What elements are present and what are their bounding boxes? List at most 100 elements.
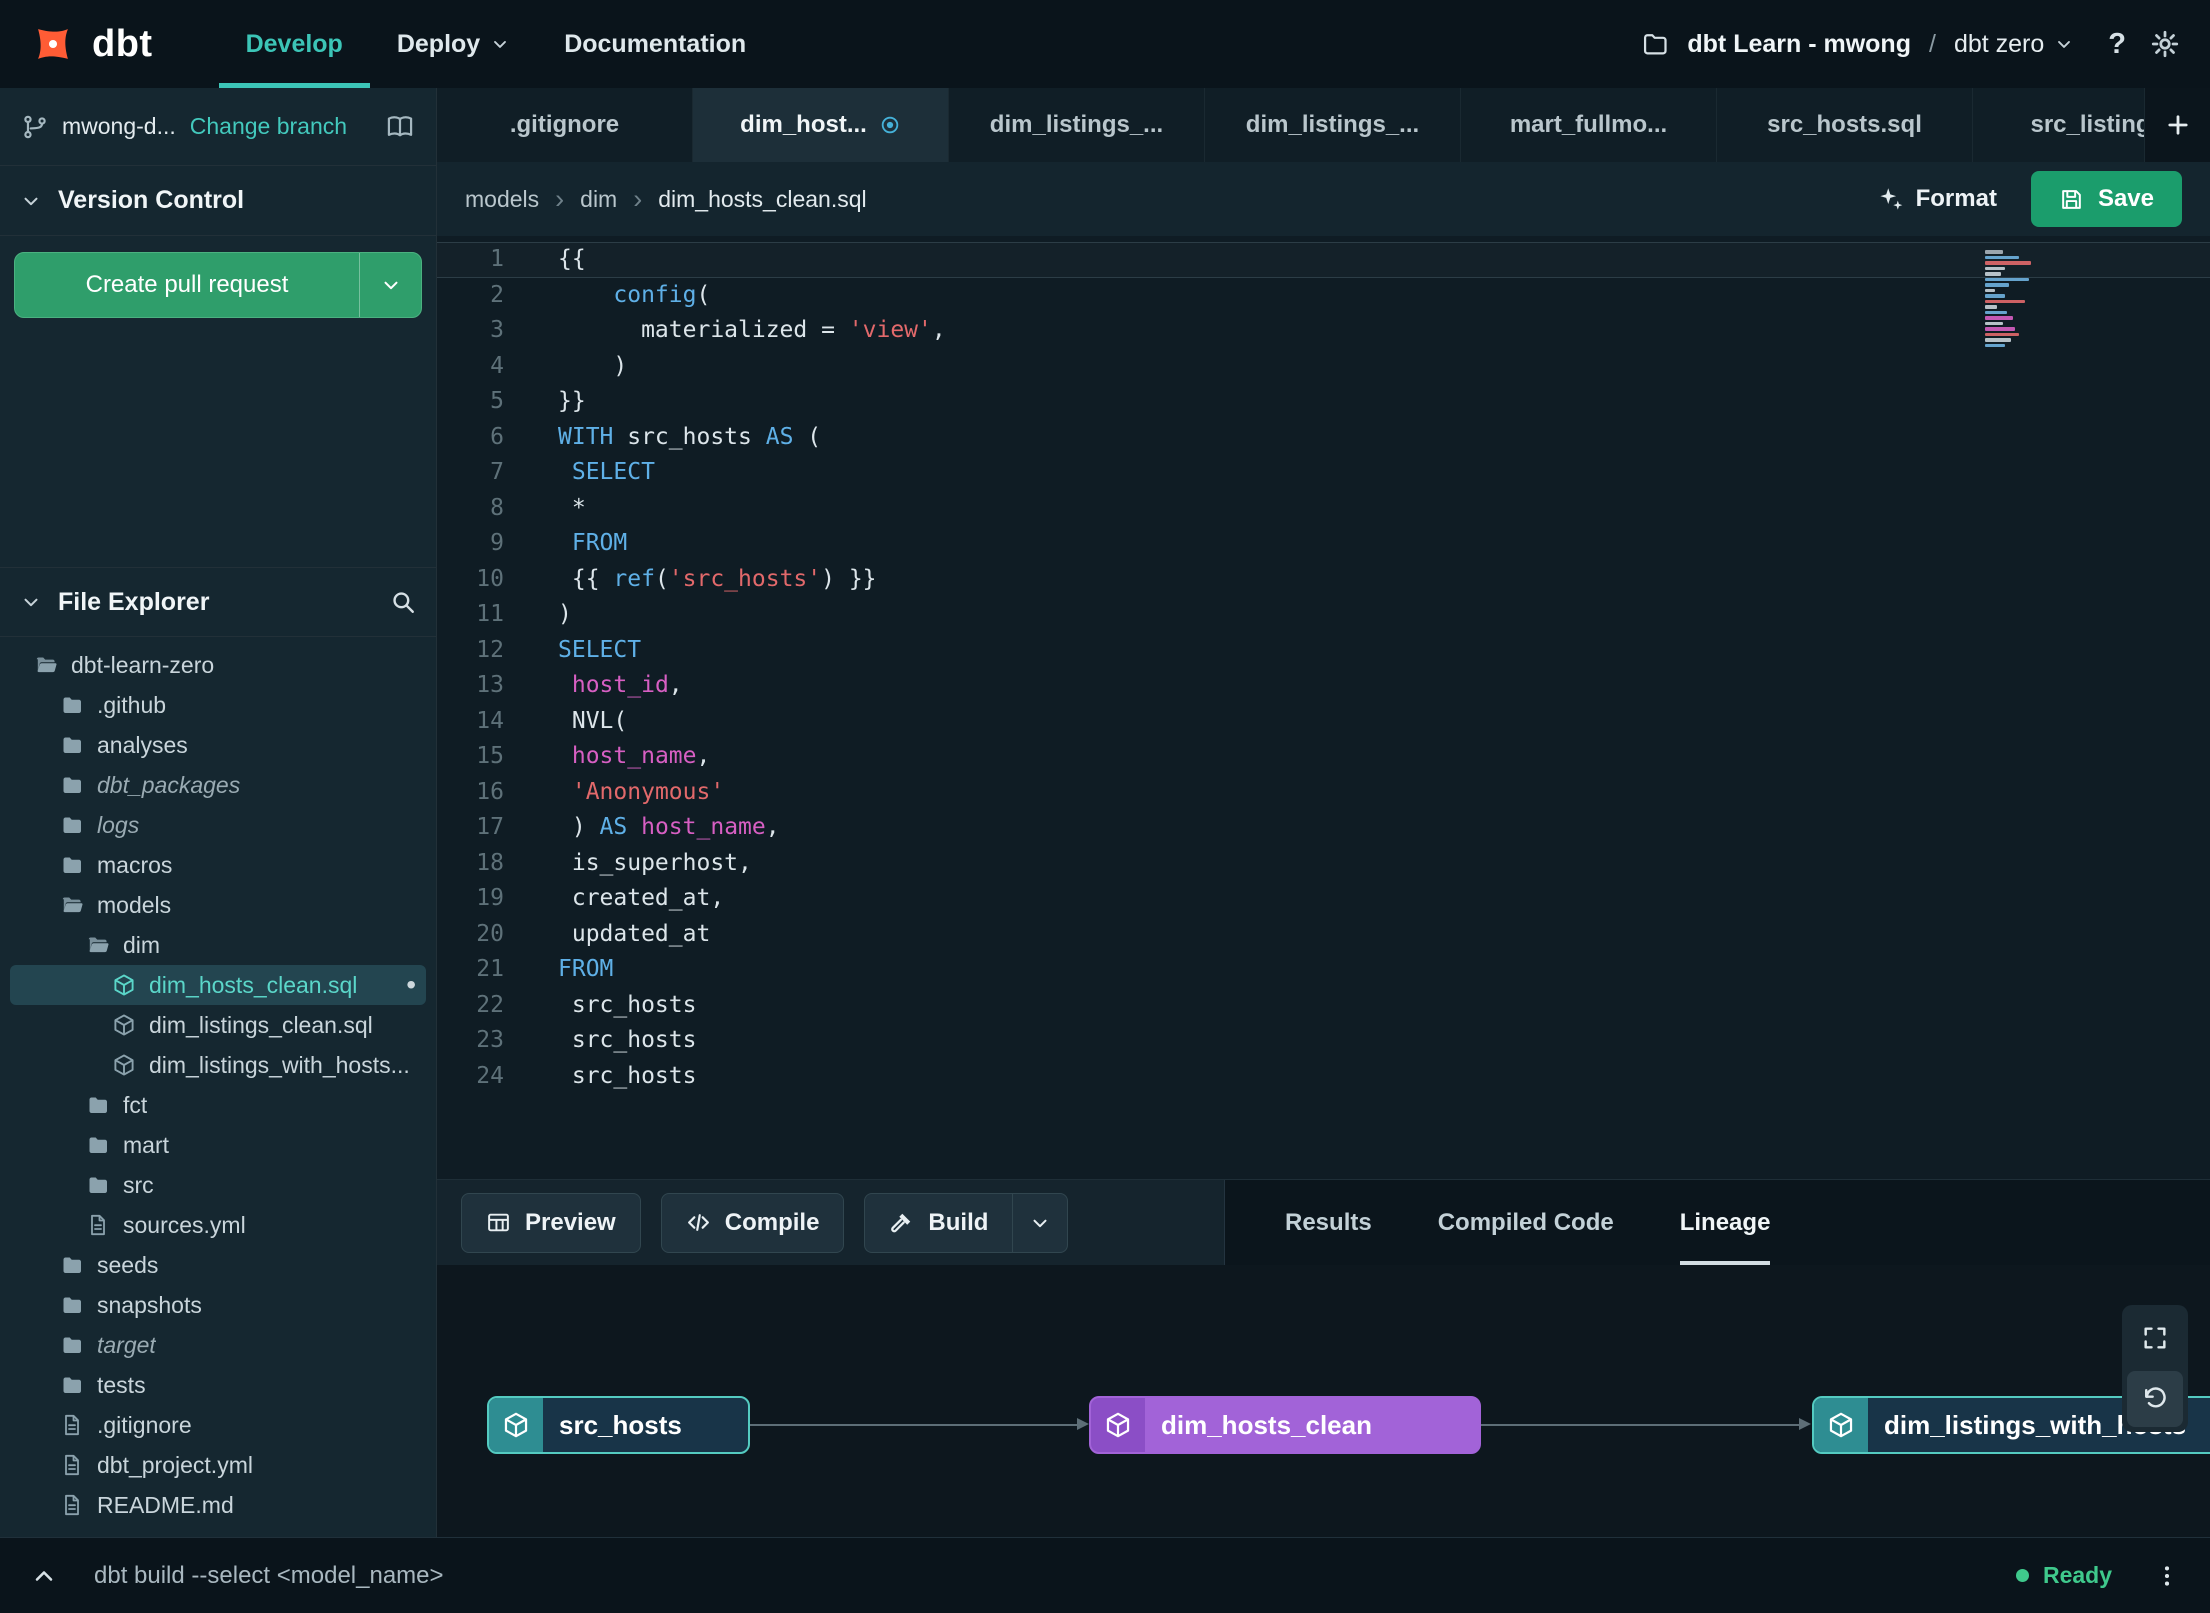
code-line[interactable]: 14 NVL( <box>437 704 2210 740</box>
build-dropdown-button[interactable] <box>1012 1192 1069 1253</box>
folder-icon <box>86 1093 110 1117</box>
nav-item-develop[interactable]: Develop <box>219 0 370 88</box>
tree-item-dim-listings-clean-sql[interactable]: dim_listings_clean.sql <box>10 1005 426 1045</box>
breadcrumb-item-dim[interactable]: dim <box>580 186 617 213</box>
tree-item-gitignore[interactable]: .gitignore <box>10 1405 426 1445</box>
settings-gear-icon[interactable] <box>2150 29 2180 59</box>
new-tab-button[interactable] <box>2144 88 2210 162</box>
top-nav: dbt Develop Deploy Documentation dbt Learn… <box>0 0 2210 88</box>
tree-item-dbt-packages[interactable]: dbt_packages <box>10 765 426 805</box>
tree-item-src[interactable]: src <box>10 1165 426 1205</box>
editor-tab-src-hosts-sql[interactable]: src_hosts.sql <box>1717 88 1973 162</box>
tree-item-fct[interactable]: fct <box>10 1085 426 1125</box>
code-line[interactable]: 1{{ <box>437 242 2210 278</box>
help-button[interactable]: ? <box>2108 28 2126 61</box>
panel-tab-results[interactable]: Results <box>1285 1180 1372 1265</box>
tree-item-readme-md[interactable]: README.md <box>10 1485 426 1525</box>
code-line[interactable]: 9 FROM <box>437 526 2210 562</box>
code-line[interactable]: 8 * <box>437 491 2210 527</box>
tree-item-logs[interactable]: logs <box>10 805 426 845</box>
collapse-panel-icon[interactable] <box>30 1562 58 1590</box>
breadcrumb-item-models[interactable]: models <box>465 186 539 213</box>
tree-item-target[interactable]: target <box>10 1325 426 1365</box>
tree-item-github[interactable]: .github <box>10 685 426 725</box>
cli-command[interactable]: dbt build --select <model_name> <box>94 1562 444 1590</box>
tree-item-snapshots[interactable]: snapshots <box>10 1285 426 1325</box>
lineage-node-dim-hosts-clean[interactable]: dim_hosts_clean <box>1089 1396 1481 1454</box>
model-cube-icon <box>112 1013 136 1037</box>
tree-item-tests[interactable]: tests <box>10 1365 426 1405</box>
editor-tab-dim-host[interactable]: dim_host... <box>693 88 949 162</box>
code-line[interactable]: 3 materialized = 'view', <box>437 313 2210 349</box>
pr-dropdown-button[interactable] <box>359 253 421 317</box>
search-icon[interactable] <box>390 589 416 615</box>
editor-tab-dim-listings[interactable]: dim_listings_... <box>1205 88 1461 162</box>
file-explorer-header[interactable]: File Explorer <box>0 567 436 637</box>
status-right: Ready <box>2015 1562 2180 1589</box>
lineage-node-label: src_hosts <box>559 1409 682 1440</box>
code-line[interactable]: 7 SELECT <box>437 455 2210 491</box>
model-cube-icon <box>1091 1398 1145 1452</box>
code-line[interactable]: 15 host_name, <box>437 739 2210 775</box>
brand-name: dbt <box>92 22 153 65</box>
code-line[interactable]: 6 WITH src_hosts AS ( <box>437 420 2210 456</box>
version-control-header[interactable]: Version Control <box>0 166 436 236</box>
tree-item-mart[interactable]: mart <box>10 1125 426 1165</box>
reset-view-button[interactable] <box>2127 1371 2183 1427</box>
environment-selector[interactable]: dbt zero <box>1954 30 2074 59</box>
compile-button[interactable]: Compile <box>660 1192 845 1253</box>
tree-item-analyses[interactable]: analyses <box>10 725 426 765</box>
lineage-node-src-hosts[interactable]: src_hosts <box>487 1396 750 1454</box>
model-cube-icon <box>489 1398 543 1452</box>
code-line[interactable]: 10 {{ ref('src_hosts') }} <box>437 562 2210 598</box>
tree-item-dbt-project-yml[interactable]: dbt_project.yml <box>10 1445 426 1485</box>
change-branch-link[interactable]: Change branch <box>190 113 347 140</box>
tree-item-dim-listings-with-hosts[interactable]: dim_listings_with_hosts... <box>10 1045 426 1085</box>
fullscreen-button[interactable] <box>2127 1310 2183 1366</box>
format-button[interactable]: Format <box>1877 185 1997 213</box>
panel-tab-compiled-code[interactable]: Compiled Code <box>1438 1180 1614 1265</box>
save-button[interactable]: Save <box>2030 171 2182 227</box>
dbt-brand[interactable]: dbt <box>30 21 153 67</box>
code-line[interactable]: 18 is_superhost, <box>437 846 2210 882</box>
code-line[interactable]: 20 updated_at <box>437 917 2210 953</box>
editor-tab-gitignore[interactable]: .gitignore <box>437 88 693 162</box>
code-line[interactable]: 23 src_hosts <box>437 1023 2210 1059</box>
code-line[interactable]: 13 host_id, <box>437 668 2210 704</box>
nav-item-documentation[interactable]: Documentation <box>537 0 773 88</box>
nav-item-deploy[interactable]: Deploy <box>370 0 537 88</box>
create-pull-request-button[interactable]: Create pull request <box>14 252 422 318</box>
editor-minimap[interactable] <box>1985 250 2045 347</box>
panel-actions: Preview Compile Build <box>437 1180 1224 1265</box>
code-line[interactable]: 4 ) <box>437 349 2210 385</box>
breadcrumb-item-dim-hosts-clean-sql[interactable]: dim_hosts_clean.sql <box>658 186 866 213</box>
code-line[interactable]: 11) <box>437 597 2210 633</box>
tree-item-seeds[interactable]: seeds <box>10 1245 426 1285</box>
code-editor[interactable]: 1{{2 config(3 materialized = 'view', 4 ) 5… <box>437 236 2210 1179</box>
editor-tab-mart-fullmo[interactable]: mart_fullmo... <box>1461 88 1717 162</box>
tree-item-macros[interactable]: macros <box>10 845 426 885</box>
tree-item-sources-yml[interactable]: sources.yml <box>10 1205 426 1245</box>
code-line[interactable]: 22 src_hosts <box>437 988 2210 1024</box>
tree-item-dim[interactable]: dim <box>10 925 426 965</box>
code-line[interactable]: 21 FROM <box>437 952 2210 988</box>
panel-tab-lineage[interactable]: Lineage <box>1680 1180 1771 1265</box>
environment-name: dbt zero <box>1953 29 2045 58</box>
code-line[interactable]: 16 'Anonymous' <box>437 775 2210 811</box>
code-line[interactable]: 19 created_at, <box>437 881 2210 917</box>
code-line[interactable]: 5}} <box>437 384 2210 420</box>
code-line[interactable]: 17 ) AS host_name, <box>437 810 2210 846</box>
code-line[interactable]: 12 SELECT <box>437 633 2210 669</box>
tree-item-dim-hosts-clean-sql[interactable]: dim_hosts_clean.sql • <box>10 965 426 1005</box>
tree-item-dbt-learn-zero[interactable]: dbt-learn-zero <box>10 645 426 685</box>
editor-tabs: .gitignore dim_host... dim_listings_... dim… <box>437 88 2210 162</box>
docs-book-icon[interactable] <box>386 113 414 141</box>
preview-button[interactable]: Preview <box>461 1192 641 1253</box>
editor-tab-dim-listings[interactable]: dim_listings_... <box>949 88 1205 162</box>
kebab-menu-icon[interactable] <box>2154 1563 2180 1589</box>
tree-item-models[interactable]: models <box>10 885 426 925</box>
code-line[interactable]: 2 config( <box>437 278 2210 314</box>
project-name[interactable]: dbt Learn - mwong <box>1687 30 1911 59</box>
build-button[interactable]: Build <box>864 1192 1013 1253</box>
code-line[interactable]: 24 src_hosts <box>437 1059 2210 1095</box>
